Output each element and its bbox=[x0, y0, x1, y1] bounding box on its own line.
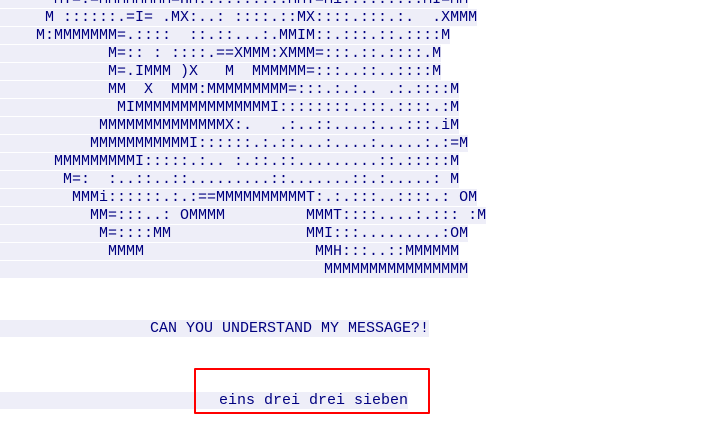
message-text: CAN YOU UNDERSTAND MY MESSAGE?! bbox=[0, 320, 430, 337]
ascii-art-line: M=:: : ::::.==XMMM:XMMM=:::.::.::::.M bbox=[0, 45, 442, 62]
ascii-art-line: MM=:::..: OMMMM MMMT::::....:.::: :M bbox=[0, 207, 487, 224]
ascii-art-line: M=.IMMM )X M MMMMMM=:::..::..::::M bbox=[0, 63, 442, 80]
ascii-art-line: MT=:=MMMMMMMM=HM::::.:::::MMT=Mi:::::.::… bbox=[0, 0, 703, 9]
ascii-art-line: MMMMMMMMMMMMMMX:. .:..::....:...:::.iM bbox=[0, 117, 460, 134]
ascii-art-line: MM X MMM:MMMMMMMMM=:::.:.:.. .:.::::M bbox=[0, 81, 460, 98]
ascii-art-line: MMMi::::::.:.:==MMMMMMMMMMT:.:.:::..::::… bbox=[0, 189, 478, 206]
ascii-art-line: M=: :..::..::.........::.......::.:.....… bbox=[0, 171, 460, 188]
ascii-art-line: M:MMMMMMM=.:::: ::.::...:.MMIM::.:::.::.… bbox=[0, 27, 451, 44]
ascii-art-line: MMMMMMMMMI:::::.:.. :.::.::.........::.:… bbox=[0, 153, 460, 170]
ascii-art-line: MMMMMMMMMMMI::::::.:.::...:....:.....:.:… bbox=[0, 135, 469, 152]
answer-highlight-box bbox=[194, 368, 430, 414]
ascii-art-line: MIMMMMMMMMMMMMMMMI::::::::.:::.::::.:M bbox=[0, 99, 460, 116]
ascii-art-line: M=::::MM MMI:::.........:OM bbox=[0, 225, 469, 242]
ascii-art: MT=:=MMMMMMMM=HM::::.:::::MMT=Mi:::::.::… bbox=[0, 0, 703, 279]
ascii-art-line: M ::::::.=I= .MX:..: ::::.::MX::::.:::.:… bbox=[0, 9, 478, 26]
message-text-line: CAN YOU UNDERSTAND MY MESSAGE?! bbox=[0, 320, 430, 338]
ascii-art-line: MMMMMMMMMMMMMMMM bbox=[0, 261, 469, 278]
ascii-art-line: MMMM MMH:::..::MMMMMM bbox=[0, 243, 460, 260]
